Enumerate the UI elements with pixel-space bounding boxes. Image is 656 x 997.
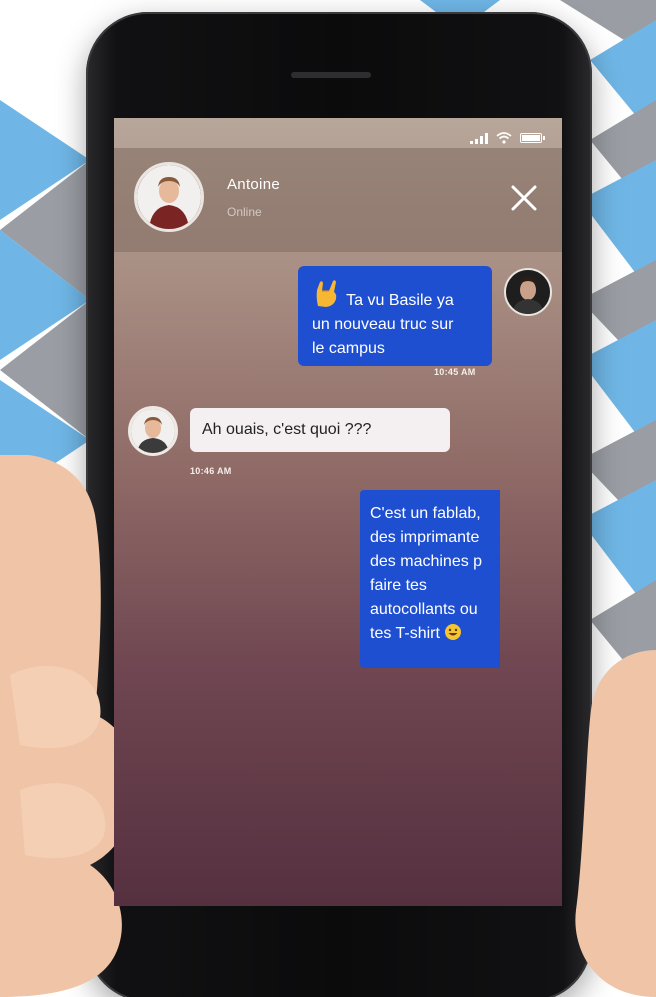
rock-hand-emoji-icon: [316, 280, 337, 307]
chat-screen: Antoine Online Ta vu Basile ya un nouvea…: [114, 118, 562, 906]
contact-name: Antoine: [227, 176, 280, 193]
person-avatar-icon: [131, 409, 175, 453]
battery-icon: [520, 133, 545, 143]
cell-signal-icon: [470, 132, 488, 144]
message-line: faire tes: [370, 577, 427, 594]
message-line: tes T-shirt: [370, 625, 440, 642]
my-avatar[interactable]: [504, 268, 552, 316]
status-bar: [470, 132, 545, 144]
message-line: un nouveau truc sur: [312, 316, 454, 333]
person-avatar-icon: [506, 270, 550, 314]
earpiece-speaker: [291, 72, 371, 78]
close-icon: [511, 185, 537, 211]
close-button[interactable]: [506, 180, 542, 216]
message-timestamp: 10:46 AM: [190, 466, 232, 476]
message-line: autocollants ou: [370, 601, 478, 618]
message-line: Ah ouais, c'est quoi ???: [202, 421, 372, 438]
message-timestamp: 10:45 AM: [434, 367, 476, 377]
contact-avatar[interactable]: [134, 162, 204, 232]
hand-right: [575, 650, 656, 997]
contact-message-avatar[interactable]: [128, 406, 178, 456]
message-bubble-outgoing: Ta vu Basile ya un nouveau truc sur le c…: [298, 266, 492, 366]
message-line: des machines p: [370, 553, 483, 570]
chat-header: Antoine Online: [114, 148, 562, 252]
message-bubble-outgoing: C'est un fablab, des imprimante des mach…: [360, 490, 500, 668]
message-line: C'est un fablab,: [370, 505, 481, 522]
message-bubble-incoming: Ah ouais, c'est quoi ???: [190, 408, 450, 452]
message-line: le campus: [312, 340, 385, 357]
person-avatar-icon: [137, 165, 201, 229]
message-line: des imprimante: [370, 529, 480, 546]
wifi-icon: [496, 132, 512, 144]
message-line: Ta vu Basile ya: [346, 292, 454, 309]
contact-status: Online: [227, 205, 262, 219]
grinning-face-emoji-icon: [445, 624, 462, 640]
